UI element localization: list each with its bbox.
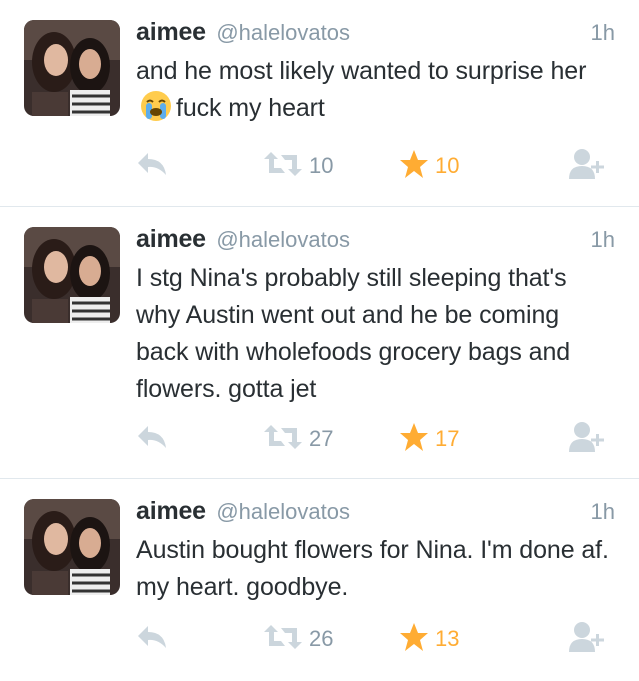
retweet-icon xyxy=(263,624,303,655)
reply-icon xyxy=(136,424,168,455)
favorite-button[interactable]: 17 xyxy=(399,419,459,459)
retweet-count: 27 xyxy=(309,426,334,451)
avatar[interactable] xyxy=(24,20,120,116)
reply-button[interactable] xyxy=(136,619,168,659)
tweet-actions: 26 13 xyxy=(136,619,615,659)
favorite-count: 17 xyxy=(435,426,460,451)
reply-icon xyxy=(136,151,168,182)
retweet-count: 26 xyxy=(309,626,334,651)
follow-button[interactable] xyxy=(569,619,605,659)
star-icon xyxy=(399,422,429,457)
follow-button[interactable] xyxy=(569,419,605,459)
tweet-actions: 10 10 xyxy=(136,146,615,186)
favorite-button[interactable]: 10 xyxy=(399,146,459,186)
user-name[interactable]: aimee xyxy=(136,497,206,525)
user-name[interactable]: aimee xyxy=(136,18,206,46)
favorite-count: 13 xyxy=(435,626,460,651)
retweet-count: 10 xyxy=(309,153,334,178)
timeline: aimee @halelovatos 1h and he most likely… xyxy=(0,0,639,681)
avatar[interactable] xyxy=(24,227,120,323)
tweet-actions: 27 17 xyxy=(136,419,615,459)
star-icon xyxy=(399,622,429,657)
tweet-text: Austin bought flowers for Nina. I'm done… xyxy=(136,536,609,601)
tweet-text: and he most likely wanted to surprise he… xyxy=(136,53,615,127)
retweet-icon xyxy=(263,424,303,455)
retweet-button[interactable]: 10 xyxy=(263,146,333,186)
user-name[interactable]: aimee xyxy=(136,225,206,253)
tweet[interactable]: aimee @halelovatos 1h Austin bought flow… xyxy=(0,479,639,681)
tweet-timestamp[interactable]: 1h xyxy=(591,499,615,525)
tweet[interactable]: aimee @halelovatos 1h I stg Nina's proba… xyxy=(0,207,639,479)
retweet-button[interactable]: 27 xyxy=(263,419,333,459)
user-handle[interactable]: @halelovatos xyxy=(216,499,350,524)
avatar[interactable] xyxy=(24,499,120,595)
follow-button[interactable] xyxy=(569,146,605,186)
retweet-icon xyxy=(263,151,303,182)
tweet-text: I stg Nina's probably still sleeping tha… xyxy=(136,264,571,403)
reply-button[interactable] xyxy=(136,146,168,186)
tweet-text-part: fuck my heart xyxy=(176,94,325,122)
follow-user-icon xyxy=(569,621,605,658)
favorite-count: 10 xyxy=(435,153,460,178)
loudly-crying-face-icon xyxy=(140,90,172,122)
tweet-text-part: and he most likely wanted to surprise he… xyxy=(136,57,587,85)
favorite-button[interactable]: 13 xyxy=(399,619,459,659)
follow-user-icon xyxy=(569,421,605,458)
user-handle[interactable]: @halelovatos xyxy=(216,20,350,45)
reply-icon xyxy=(136,624,168,655)
tweet[interactable]: aimee @halelovatos 1h and he most likely… xyxy=(0,0,639,207)
follow-user-icon xyxy=(569,148,605,185)
star-icon xyxy=(399,149,429,184)
user-handle[interactable]: @halelovatos xyxy=(216,227,350,252)
reply-button[interactable] xyxy=(136,419,168,459)
retweet-button[interactable]: 26 xyxy=(263,619,333,659)
tweet-timestamp[interactable]: 1h xyxy=(591,227,615,253)
tweet-timestamp[interactable]: 1h xyxy=(591,20,615,46)
